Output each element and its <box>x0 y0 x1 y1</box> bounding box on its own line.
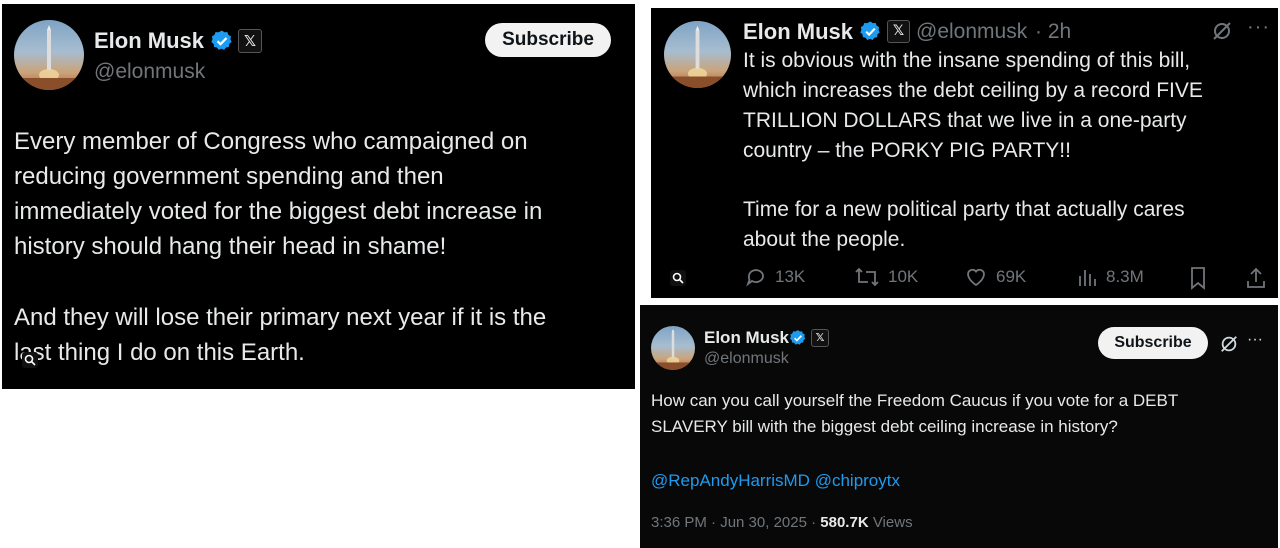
x-logo-icon: 𝕏 <box>811 329 829 347</box>
verified-badge-icon <box>789 330 806 345</box>
tweet-text-line: history should hang their head in shame! <box>14 233 447 260</box>
tweet-text-line: last thing I do on this Earth. <box>14 339 305 366</box>
image-search-icon[interactable] <box>22 352 38 368</box>
like-count: 69K <box>996 267 1027 286</box>
repost-count: 10K <box>888 267 919 286</box>
verified-badge-icon <box>211 30 232 50</box>
x-logo-icon: 𝕏 <box>887 20 910 43</box>
tweet-text-line: reducing government spending and then <box>14 163 444 190</box>
tweet-text-line: country – the PORKY PIG PARTY!! <box>743 139 1071 162</box>
grok-icon[interactable] <box>1219 334 1239 354</box>
reply-count: 13K <box>775 267 806 286</box>
tweet-text-line: immediately voted for the biggest debt i… <box>14 198 543 225</box>
mention-link[interactable]: @RepAndyHarrisMD <box>651 471 810 490</box>
bookmark-icon[interactable] <box>1187 266 1209 290</box>
views-count: 8.3M <box>1106 267 1144 286</box>
like-button[interactable]: 69K <box>964 266 1026 288</box>
display-name[interactable]: Elon Musk <box>704 328 789 348</box>
tweet-meta: 3:36 PM · Jun 30, 2025 · 580.7K Views <box>651 514 913 531</box>
display-name[interactable]: Elon Musk <box>94 28 204 54</box>
more-icon[interactable]: ··· <box>1247 331 1263 349</box>
tweet-text-line: It is obvious with the insane spending o… <box>743 49 1191 72</box>
display-name[interactable]: Elon Musk <box>743 19 853 45</box>
user-handle[interactable]: @elonmusk <box>916 20 1027 44</box>
tweet-text-line: Every member of Congress who campaigned … <box>14 128 528 155</box>
avatar[interactable] <box>664 21 731 88</box>
tweet-text-line: Time for a new political party that actu… <box>743 198 1185 221</box>
tweet-card-2: Elon Musk 𝕏 @elonmusk · 2h ··· It is obv… <box>651 8 1278 298</box>
tweet-text-line: SLAVERY bill with the biggest debt ceili… <box>651 417 1118 436</box>
verified-badge-icon <box>860 21 880 41</box>
user-handle[interactable]: @elonmusk <box>94 60 205 84</box>
more-icon[interactable]: ··· <box>1247 16 1270 39</box>
reply-button[interactable]: 13K <box>745 266 805 288</box>
tweet-text-line: which increases the debt ceiling by a re… <box>743 79 1203 102</box>
tweet-card-3: Elon Musk 𝕏 @elonmusk Subscribe ··· How … <box>640 305 1278 548</box>
mentions: @RepAndyHarrisMD @chiproytx <box>651 471 900 491</box>
repost-icon <box>855 267 879 287</box>
tweet-text-line: about the people. <box>743 228 906 251</box>
reply-icon <box>746 269 764 287</box>
avatar[interactable] <box>651 326 695 370</box>
views-label: Views <box>872 514 913 531</box>
views-count: 580.7K <box>820 514 869 531</box>
views-button[interactable]: 8.3M <box>1076 266 1144 288</box>
timestamp[interactable]: 3:36 PM · Jun 30, 2025 · <box>651 514 816 531</box>
tweet-text-line: How can you call yourself the Freedom Ca… <box>651 391 1179 410</box>
subscribe-button[interactable]: Subscribe <box>1098 327 1208 359</box>
x-logo-icon: 𝕏 <box>238 29 262 53</box>
tweet-text-line: TRILLION DOLLARS that we live in a one-p… <box>743 109 1187 132</box>
tweet-time[interactable]: · 2h <box>1035 20 1071 44</box>
avatar[interactable] <box>14 20 84 90</box>
grok-icon[interactable] <box>1211 20 1233 42</box>
share-icon[interactable] <box>1245 266 1267 290</box>
tweet-card-1: Elon Musk 𝕏 @elonmusk Subscribe Every me… <box>2 4 635 389</box>
repost-button[interactable]: 10K <box>854 266 918 288</box>
tweet-text-line: And they will lose their primary next ye… <box>14 304 547 331</box>
like-icon <box>967 268 985 287</box>
image-search-icon[interactable] <box>670 270 686 286</box>
user-handle[interactable]: @elonmusk <box>704 350 789 368</box>
mention-link[interactable]: @chiproytx <box>815 471 900 490</box>
subscribe-button[interactable]: Subscribe <box>485 23 611 57</box>
views-icon <box>1079 270 1096 286</box>
